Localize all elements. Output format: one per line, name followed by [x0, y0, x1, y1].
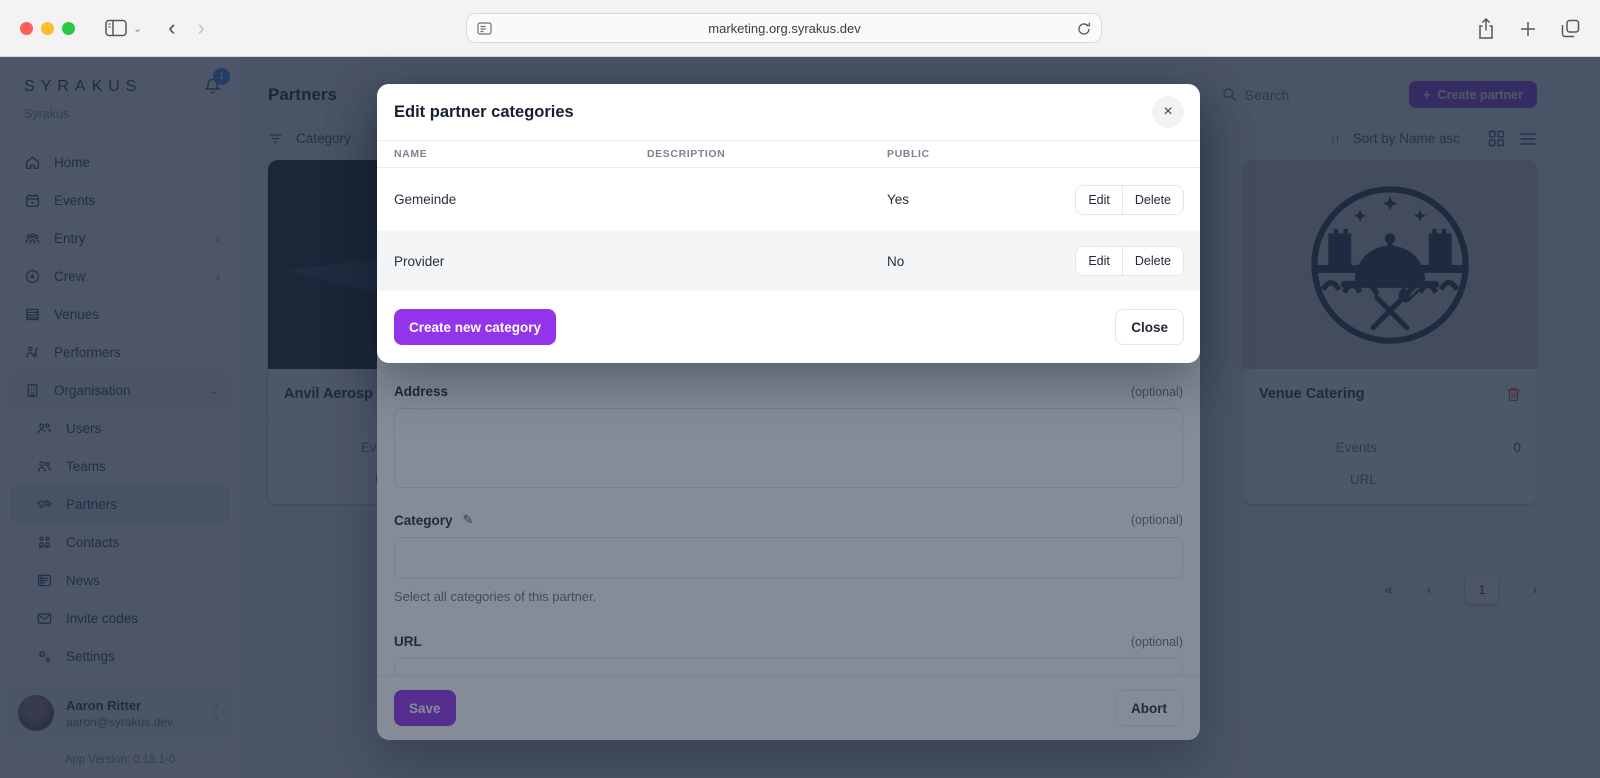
- modal-title: Edit partner categories: [394, 103, 574, 122]
- zoom-window-button[interactable]: [62, 22, 75, 35]
- minimize-window-button[interactable]: [41, 22, 54, 35]
- create-new-category-button[interactable]: Create new category: [394, 309, 556, 345]
- url-text[interactable]: marketing.org.syrakus.dev: [492, 21, 1077, 36]
- browser-toolbar: ⌄ ‹ › marketing.org.syrakus.dev: [0, 0, 1600, 57]
- column-description: DESCRIPTION: [647, 148, 887, 160]
- sidebar-menu-chevron-icon[interactable]: ⌄: [133, 22, 142, 35]
- close-modal-button[interactable]: ×: [1152, 96, 1184, 128]
- sidebar-toggle-icon[interactable]: [105, 19, 127, 37]
- window-controls: [20, 22, 75, 35]
- forward-button: ›: [198, 15, 205, 41]
- column-public: PUBLIC: [887, 148, 1050, 160]
- category-name: Gemeinde: [394, 192, 647, 207]
- close-window-button[interactable]: [20, 22, 33, 35]
- category-name: Provider: [394, 254, 647, 269]
- categories-table-header: NAME DESCRIPTION PUBLIC: [377, 140, 1200, 168]
- column-name: NAME: [394, 148, 647, 160]
- reload-icon[interactable]: [1077, 21, 1091, 36]
- back-button[interactable]: ‹: [168, 15, 175, 41]
- delete-category-button[interactable]: Delete: [1122, 247, 1183, 275]
- close-button[interactable]: Close: [1115, 309, 1184, 345]
- page-settings-icon[interactable]: [477, 22, 492, 35]
- new-tab-icon[interactable]: [1519, 20, 1537, 38]
- category-public: No: [887, 254, 1050, 269]
- category-row-gemeinde: Gemeinde Yes Edit Delete: [377, 168, 1200, 231]
- browser-window: ⌄ ‹ › marketing.org.syrakus.dev: [0, 0, 1600, 778]
- category-row-provider: Provider No Edit Delete: [377, 231, 1200, 291]
- share-icon[interactable]: [1477, 18, 1495, 40]
- category-public: Yes: [887, 192, 1050, 207]
- delete-category-button[interactable]: Delete: [1122, 186, 1183, 214]
- address-bar[interactable]: marketing.org.syrakus.dev: [466, 13, 1102, 43]
- edit-category-button[interactable]: Edit: [1076, 186, 1122, 214]
- edit-category-button[interactable]: Edit: [1076, 247, 1122, 275]
- close-icon: ×: [1163, 103, 1172, 121]
- edit-partner-categories-modal: Edit partner categories × NAME DESCRIPTI…: [377, 84, 1200, 363]
- tab-overview-icon[interactable]: [1561, 19, 1580, 38]
